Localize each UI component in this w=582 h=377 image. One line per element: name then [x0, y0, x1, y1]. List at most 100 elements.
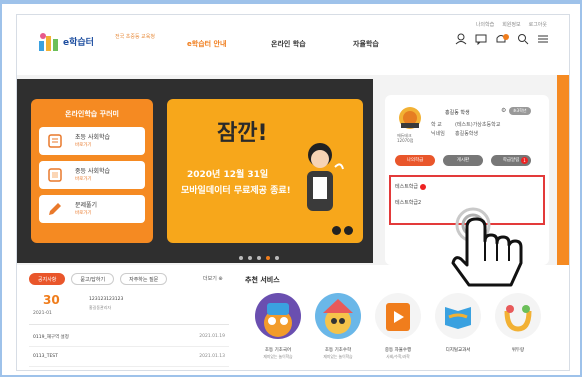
banner-pagination [239, 256, 279, 260]
panel-title: 온라인학습 꾸러미 [65, 110, 119, 118]
menu-card-title: 문제풀기 [75, 202, 98, 209]
header-icons [455, 33, 549, 45]
logo-subtext: 전국 초중등 교육청 [115, 34, 155, 40]
notice-board: 공지사항 묻고/답하기 자주하는 질문 더보기 ⊕ 30 2021-01 123… [17, 267, 237, 370]
school-label: 학 교 [431, 122, 442, 128]
hero-banner[interactable]: 잠깐! 2020년 12월 31일 모바일데이터 무료제공 종료! [167, 99, 363, 243]
class-item-label: 테스트학급2 [395, 200, 422, 206]
alert-count-badge: 1 [521, 157, 528, 164]
logo-text: e학습터 [63, 38, 94, 48]
math-game-icon [315, 293, 361, 339]
notice-row[interactable]: 0113_TEST 2021.01.13 [29, 349, 229, 367]
util-link-mylearning[interactable]: 나의학습 [476, 21, 494, 28]
class-item[interactable]: 테스트학급2 [395, 199, 421, 206]
profile-tabs: 나의학급 게시판 학급알림 1 [395, 155, 531, 166]
more-link[interactable]: 더보기 ⊕ [203, 275, 223, 282]
chat-icon[interactable] [475, 33, 487, 45]
user-icon[interactable] [455, 33, 467, 45]
bell-icon[interactable] [495, 33, 509, 45]
menu-card-elementary-social[interactable]: 초등 사회학습 바로가기 [39, 127, 145, 155]
banner-controls [332, 226, 353, 235]
notice-author: 홍길동관리자 [89, 305, 112, 310]
class-item[interactable]: 테스트학급 [395, 183, 427, 190]
banner-prev-button[interactable] [332, 226, 341, 235]
notice-title: 123123123123 [89, 297, 124, 302]
menu-card-middle-social[interactable]: 중등 사회학습 바로가기 [39, 161, 145, 189]
site-header: 나의학습 회원정보 로그아웃 e학습터 전국 초중등 교육청 e학습터 안내 온… [17, 15, 569, 70]
plus-icon: ⊕ [218, 276, 223, 282]
video-book-icon [375, 293, 421, 339]
menu-card-link[interactable]: 바로가기 [75, 142, 92, 148]
pagination-dot[interactable] [239, 256, 243, 260]
service-card-digital-textbook[interactable]: 디지털교과서 [431, 293, 485, 354]
tab-notice[interactable]: 공지사항 [29, 273, 66, 285]
service-title: 중등 자율수행 [384, 348, 412, 353]
service-title: 초등 기초수학 [324, 348, 352, 353]
util-link-logout[interactable]: 로그아웃 [529, 21, 547, 28]
tab-faq[interactable]: 자주하는 질문 [120, 273, 168, 285]
browser-viewport: 나의학습 회원정보 로그아웃 e학습터 전국 초중등 교육청 e학습터 안내 온… [16, 14, 570, 371]
notice-row-date: 2021.01.13 [199, 354, 225, 359]
grade-tag: 초3학년 [509, 107, 531, 115]
wedorang-logo-icon [495, 293, 541, 339]
banner-line-1: 2020년 12월 31일 [187, 170, 269, 180]
nav-item-self[interactable]: 자율학습 [353, 39, 423, 49]
pagination-dot[interactable] [275, 256, 279, 260]
service-card-middle[interactable]: 중등 자율수행 사회/수학/과학 [371, 293, 425, 360]
banner-line-2: 모바일데이터 무료제공 종료! [181, 186, 291, 196]
level-points: 12070점 [397, 138, 414, 143]
nickname-label: 닉네임 [431, 131, 445, 137]
more-label: 더보기 [203, 276, 217, 282]
nav-item-intro[interactable]: e학습터 안내 [187, 39, 271, 49]
gear-icon[interactable]: ⚙ [501, 107, 506, 114]
menu-icon[interactable] [537, 33, 549, 45]
tab-qna[interactable]: 묻고/답하기 [71, 273, 115, 285]
level-text: 에듀테크 12070점 [397, 133, 413, 143]
site-logo[interactable]: e학습터 전국 초중등 교육청 [37, 29, 157, 57]
pagination-dot[interactable] [248, 256, 252, 260]
utility-links: 나의학습 회원정보 로그아웃 [476, 21, 547, 28]
service-card-korean[interactable]: 초등 기초국어 재미있는 놀이학습 [251, 293, 305, 360]
pencil-icon [49, 203, 61, 215]
main-nav: e학습터 안내 온라인 학습 자율학습 [187, 39, 423, 49]
level-badge-icon [399, 107, 421, 129]
notice-year-month: 2021-01 [33, 311, 52, 316]
service-card-math[interactable]: 초등 기초수학 재미있는 놀이학습 [311, 293, 365, 360]
side-orange-strip [557, 75, 569, 265]
featured-notice[interactable]: 30 2021-01 123123123123 홍길동관리자 [29, 293, 229, 325]
search-icon[interactable] [517, 33, 529, 45]
notice-tabs: 공지사항 묻고/답하기 자주하는 질문 [29, 273, 168, 285]
school-value: (테스트)가상초등학교 [455, 122, 501, 128]
service-card-wedorang[interactable]: 위두랑 [491, 293, 545, 354]
banner-pause-button[interactable] [344, 226, 353, 235]
banner-headline: 잠깐! [217, 121, 268, 146]
notice-row-title: 0119_재구역 설정 [33, 335, 69, 340]
notice-row-title: 0113_TEST [33, 354, 58, 359]
learning-package-panel: 온라인학습 꾸러미 초등 사회학습 바로가기 중등 사회학습 바로가기 문제풀기… [31, 99, 153, 243]
service-title: 초등 기초국어 [264, 348, 292, 353]
pagination-dot[interactable] [257, 256, 261, 260]
service-title: 위두랑 [511, 348, 525, 353]
tab-class-alerts[interactable]: 학급알림 1 [491, 155, 531, 166]
menu-card-quiz[interactable]: 문제풀기 바로가기 [39, 195, 145, 223]
pagination-dot-active[interactable] [266, 256, 270, 260]
menu-card-title: 초등 사회학습 [75, 134, 111, 141]
screenshot-frame: 나의학습 회원정보 로그아웃 e학습터 전국 초중등 교육청 e학습터 안내 온… [0, 0, 582, 377]
menu-card-link[interactable]: 바로가기 [75, 210, 92, 216]
class-item-label: 테스트학급 [395, 184, 419, 190]
notebook-icon [48, 168, 62, 182]
notice-day: 30 [43, 293, 60, 307]
menu-card-title: 중등 사회학습 [75, 168, 111, 175]
nickname-value: 홍길동학생 [455, 131, 479, 137]
hero-dark-area: 온라인학습 꾸러미 초등 사회학습 바로가기 중등 사회학습 바로가기 문제풀기… [17, 79, 373, 263]
tab-board[interactable]: 게시판 [443, 155, 483, 166]
menu-card-link[interactable]: 바로가기 [75, 176, 92, 182]
korean-game-icon [255, 293, 301, 339]
user-name: 홍길동 학생 [445, 110, 470, 116]
tab-my-class[interactable]: 나의학급 [395, 155, 435, 166]
notice-row-date: 2021.01.19 [199, 334, 225, 339]
service-title: 디지털교과서 [445, 348, 471, 353]
notice-row[interactable]: 0119_재구역 설정 2021.01.19 [29, 329, 229, 347]
util-link-member[interactable]: 회원정보 [502, 21, 520, 28]
nav-item-online[interactable]: 온라인 학습 [271, 39, 353, 49]
